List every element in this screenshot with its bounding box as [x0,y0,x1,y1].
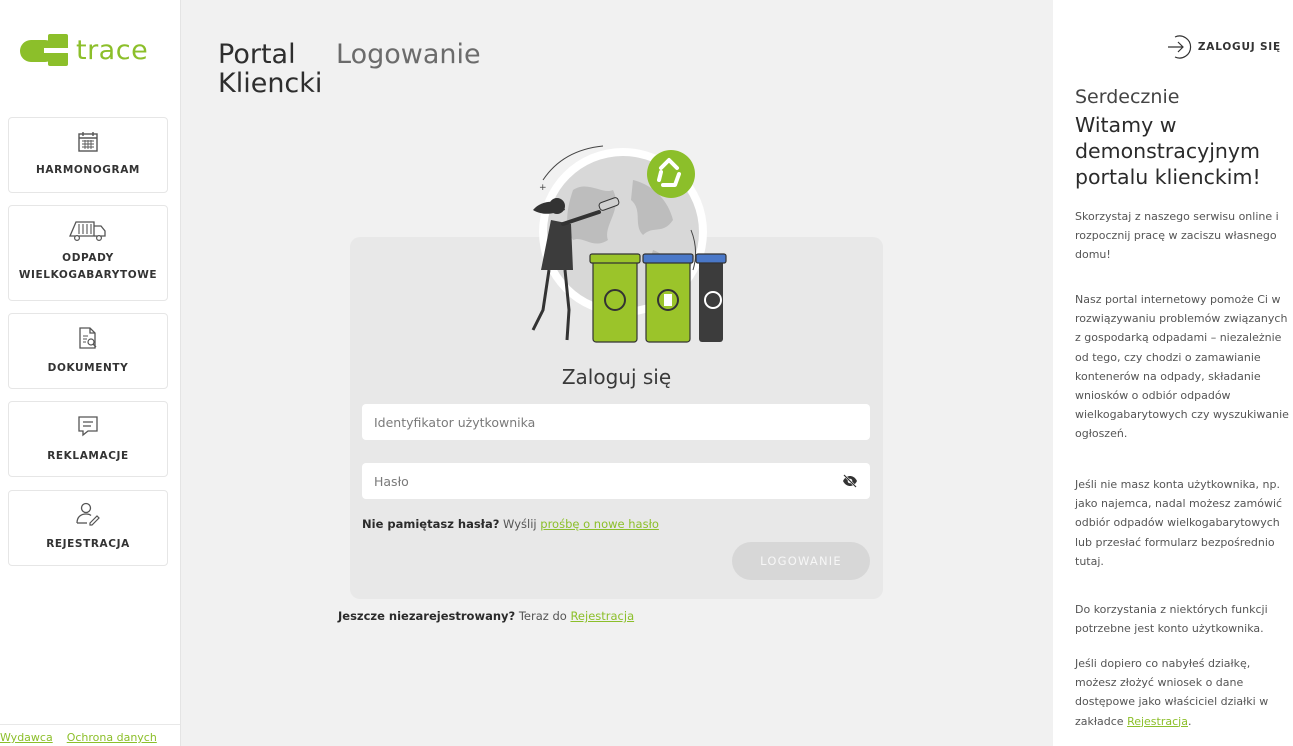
calendar-icon [78,132,98,152]
nav-documents[interactable]: DOKUMENTY [8,313,168,389]
register-prefix: Teraz do [518,609,567,623]
portal-title-line-2: Kliencki [218,68,323,99]
info-paragraph-1: Skorzystaj z naszego serwisu online i ro… [1075,210,1279,262]
forgot-question: Nie pamiętasz hasła? [362,517,500,531]
register-link[interactable]: Rejestracja [570,609,634,623]
top-login-link[interactable]: ZALOGUJ SIĘ [1166,34,1281,60]
nav-documents-label: DOKUMENTY [47,362,129,374]
user-edit-icon [76,502,100,526]
logo-text: trace [76,34,149,66]
info-register-link[interactable]: Rejestracja [1127,715,1188,728]
publisher-link[interactable]: Wydawca [0,731,53,744]
info-paragraph-5: Jeśli dopiero co nabyłeś działkę, możesz… [1075,654,1291,731]
password-placeholder: Hasło [374,473,409,489]
footer-links: Wydawca Ochrona danych [0,724,180,744]
nav-complaints[interactable]: REKLAMACJE [8,401,168,477]
nav-registration[interactable]: REJESTRACJA [8,490,168,566]
greeting-line-1: Serdecznie [1075,86,1180,108]
nav-registration-label: REJESTRACJA [46,538,130,550]
reset-password-link[interactable]: prośbę o nowe hasło [540,517,659,531]
sidebar: trace HARMONOGRAM ODPADY WIELKOGABARYTOW… [0,0,181,746]
login-arrow-icon [1167,35,1192,59]
nav-bulky-waste[interactable]: ODPADY WIELKOGABARYTOWE [8,205,168,301]
username-placeholder: Identyfikator użytkownika [374,414,536,430]
garbage-truck-icon [69,221,106,242]
password-input[interactable]: Hasło [362,463,870,499]
nav-bulky-label-1: ODPADY [62,252,114,264]
page-title: Logowanie [336,39,481,70]
info-paragraph-4: Do korzystania z niektórych funkcji potr… [1075,603,1268,636]
username-input[interactable]: Identyfikator użytkownika [362,404,870,440]
logo-mark-icon [20,34,70,66]
forgot-password: Nie pamiętasz hasła? Wyślij prośbę o now… [362,517,659,531]
recycling-illustration: + + [531,145,727,343]
info-paragraph-3: Jeśli nie masz konta użytkownika, np. ja… [1075,478,1283,568]
portal-title-line-1: Portal [218,39,296,70]
not-registered-text: Jeszcze niezarejestrowany? [338,609,516,623]
portal-title: Portal Kliencki [218,40,322,98]
info-panel: ZALOGUJ SIĘ Serdecznie Witamy w demonstr… [1053,0,1293,746]
register-prompt: Jeszcze niezarejestrowany? Teraz do Reje… [338,609,634,623]
nav-schedule[interactable]: HARMONOGRAM [8,117,168,193]
login-title: Zaloguj się [561,365,672,389]
eye-off-icon[interactable] [842,474,858,488]
main-content: Portal Kliencki Logowanie + + [181,0,1052,746]
document-search-icon [79,327,97,349]
info-paragraph-5-end: . [1187,714,1192,728]
logo[interactable]: trace [18,30,148,70]
login-button[interactable]: LOGOWANIE [732,542,870,580]
forgot-prefix: Wyślij [503,517,537,531]
info-paragraph-2: Nasz portal internetowy pomoże Ci w rozw… [1075,293,1289,441]
nav-schedule-label: HARMONOGRAM [36,164,140,176]
privacy-link[interactable]: Ochrona danych [67,731,157,744]
nav-complaints-label: REKLAMACJE [47,450,129,462]
message-icon [78,416,98,437]
top-login-label: ZALOGUJ SIĘ [1197,41,1281,53]
greeting-line-2: Witamy w demonstracyjnym portalu klienck… [1075,113,1261,189]
svg-text:+: + [539,183,547,193]
nav-bulky-label-2: WIELKOGABARYTOWE [18,269,158,281]
